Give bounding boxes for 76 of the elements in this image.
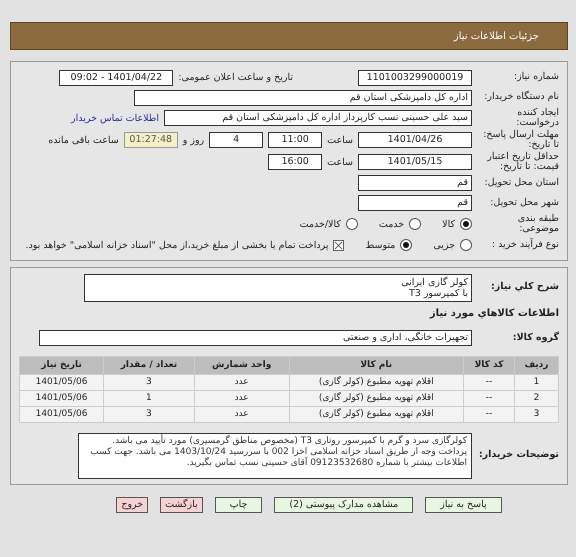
remaining-time-field: 01:27:48 xyxy=(124,132,178,148)
time-label: ساعت xyxy=(327,156,353,168)
action-button[interactable]: مشاهده مدارک پیوستی (2) xyxy=(274,496,414,512)
date-field: 1401/04/26 xyxy=(358,132,472,148)
table-cell: 1401/05/06 xyxy=(20,374,104,390)
table-cell: 3 xyxy=(104,406,194,422)
contact-link[interactable]: اطلاعات تماس خریدار xyxy=(70,112,159,124)
column-header: ردیف xyxy=(515,356,558,374)
radio-button[interactable] xyxy=(460,218,472,230)
table-cell: 1401/05/06 xyxy=(20,390,104,406)
checkbox[interactable] xyxy=(333,240,344,250)
table-cell: 1401/05/06 xyxy=(20,406,104,422)
table-cell: -- xyxy=(464,374,514,390)
table-cell: 3 xyxy=(104,374,194,390)
section-heading: اطلاعات کالاهاي مورد نیاز xyxy=(428,308,559,318)
radio-button[interactable] xyxy=(460,239,472,251)
field-label: ایجاد کننده درخواست: xyxy=(515,108,559,129)
announce-date-field: 1401/04/22 - 09:02 xyxy=(59,70,174,86)
radio-label: کالا/خدمت xyxy=(300,218,341,230)
radio-label: خدمت xyxy=(378,218,404,230)
field-label: شرح کلي نیاز: xyxy=(490,282,559,293)
field-label: حداقل تاریخ اعتبار قیمت: تا تاریخ: xyxy=(486,152,559,173)
table-cell: عدد xyxy=(194,374,289,390)
field-label: توضیحات خریدار: xyxy=(478,450,559,461)
field-label: شهر محل تحویل: xyxy=(489,198,559,208)
field-label: نوع فرآیند خرید : xyxy=(490,240,559,250)
radio-button[interactable] xyxy=(409,218,422,230)
radio-button[interactable] xyxy=(346,218,358,230)
buyer-field: اداره کل دامپزشکی استان قم xyxy=(134,90,472,106)
description-field: کولر گازی ایرانی با کمپرسور T3 xyxy=(84,274,472,302)
table-cell: 1 xyxy=(104,390,194,406)
goods-group-field: تجهیزات خانگی، اداری و صنعتی xyxy=(39,330,472,346)
creator-field: سید علی حسینی تسب کارپرداز اداره کل دامپزشکی استان قم xyxy=(164,110,472,126)
column-header: کد کالا xyxy=(464,356,514,374)
province-field: قم xyxy=(358,175,472,192)
buyer-notes-field: کولرگازی سرد و گرم با کمپرسور روتاری T3 (مخصوص مناطق گرمسیری) مورد تأیید می باشد. پرداخت وجه از طریق اسناد خزانه اسلامی اخزا 002 با سررسید 1403/10/24 می باشد. جهت کسب اطلاعات بیشتر با شماره 09123532680 آقای حسینی نسب تماس بگیرید. xyxy=(78,432,472,478)
field-label: گروه کالا: xyxy=(512,332,559,344)
radio-button[interactable] xyxy=(400,239,412,251)
days-label: روز و xyxy=(182,134,204,146)
time-label: ساعت xyxy=(327,134,353,146)
column-header: نام کالا xyxy=(290,356,463,374)
city-field: قم xyxy=(358,195,472,212)
radio-label: متوسط xyxy=(365,240,396,250)
time-field: 11:00 xyxy=(268,132,322,148)
table-cell: -- xyxy=(464,406,514,422)
table-cell: عدد xyxy=(194,406,289,422)
action-button[interactable]: پاسخ به نیاز xyxy=(425,496,502,512)
field-label: استان محل تحویل: xyxy=(483,178,559,188)
days-field: 4 xyxy=(209,132,264,148)
table-cell: اقلام تهویه مطبوع (کولر گازی) xyxy=(290,390,463,406)
table-cell: 3 xyxy=(515,406,558,422)
radio-label: جزیی xyxy=(433,240,455,250)
radio-label: کالا xyxy=(442,218,455,230)
table-cell: عدد xyxy=(194,390,289,406)
checkbox-label: پرداخت تمام یا بخشی از مبلغ خرید،از محل "اسناد خزانه اسلامی" خواهد بود. xyxy=(26,240,328,250)
need-number-field: 1101003299000019 xyxy=(358,70,472,86)
table-cell: اقلام تهویه مطبوع (کولر گازی) xyxy=(290,374,463,390)
action-button[interactable]: بازگشت xyxy=(160,496,203,512)
field-label: طبقه بندی موضوعی: xyxy=(516,214,559,234)
field-label: مهلت ارسال پاسخ: تا تاریخ: xyxy=(482,130,559,151)
column-header: تعداد / مقدار xyxy=(104,356,194,374)
date-field: 1401/05/15 xyxy=(358,154,472,170)
column-header: تاریخ نیاز xyxy=(20,356,104,374)
action-button[interactable]: چاپ xyxy=(214,496,262,512)
table-cell: -- xyxy=(464,390,514,406)
field-label: شماره نیاز: xyxy=(512,72,559,83)
table-cell: 1 xyxy=(515,374,558,390)
column-header: واحد شمارش xyxy=(194,356,289,374)
field-label: تاریخ و ساعت اعلان عمومی: xyxy=(178,72,293,83)
action-button[interactable]: خروج xyxy=(116,496,148,512)
remaining-label: ساعت باقی مانده xyxy=(48,134,119,146)
table-cell: 2 xyxy=(515,390,558,406)
page-title: جزئیات اطلاعات نیاز xyxy=(454,30,539,42)
time-field: 16:00 xyxy=(268,154,322,170)
table-cell: اقلام تهویه مطبوع (کولر گازی) xyxy=(290,406,463,422)
field-label: نام دستگاه خریدار: xyxy=(483,92,559,103)
